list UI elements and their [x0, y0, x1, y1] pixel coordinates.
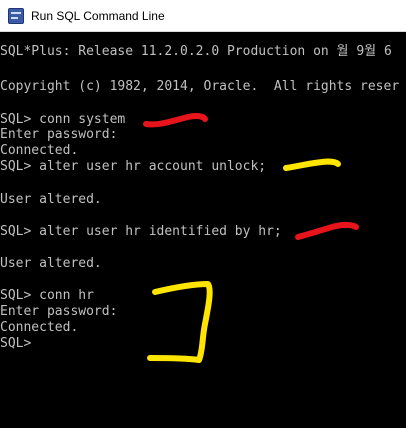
- console-line: SQL> conn system: [0, 112, 126, 127]
- console-line: SQL> alter user hr identified by hr;: [0, 224, 282, 239]
- console-line: Connected.: [0, 320, 79, 335]
- title-bar[interactable]: Run SQL Command Line: [0, 0, 406, 32]
- window-title: Run SQL Command Line: [31, 8, 165, 23]
- console-output[interactable]: SQL*Plus: Release 11.2.0.2.0 Production …: [0, 32, 406, 428]
- console-line: SQL*Plus: Release 11.2.0.2.0 Production …: [0, 44, 392, 59]
- console-line: SQL> alter user hr account unlock;: [0, 159, 267, 174]
- console-line: Copyright (c) 1982, 2014, Oracle. All ri…: [0, 79, 400, 94]
- console-line: User altered.: [0, 256, 102, 271]
- console-line: SQL>: [0, 336, 32, 351]
- console-line: Enter password:: [0, 304, 118, 319]
- sql-plus-icon: [8, 7, 24, 24]
- console-line: User altered.: [0, 192, 102, 207]
- console-line: SQL> conn hr: [0, 288, 94, 303]
- console-line: Connected.: [0, 143, 79, 158]
- console-line: Enter password:: [0, 127, 118, 142]
